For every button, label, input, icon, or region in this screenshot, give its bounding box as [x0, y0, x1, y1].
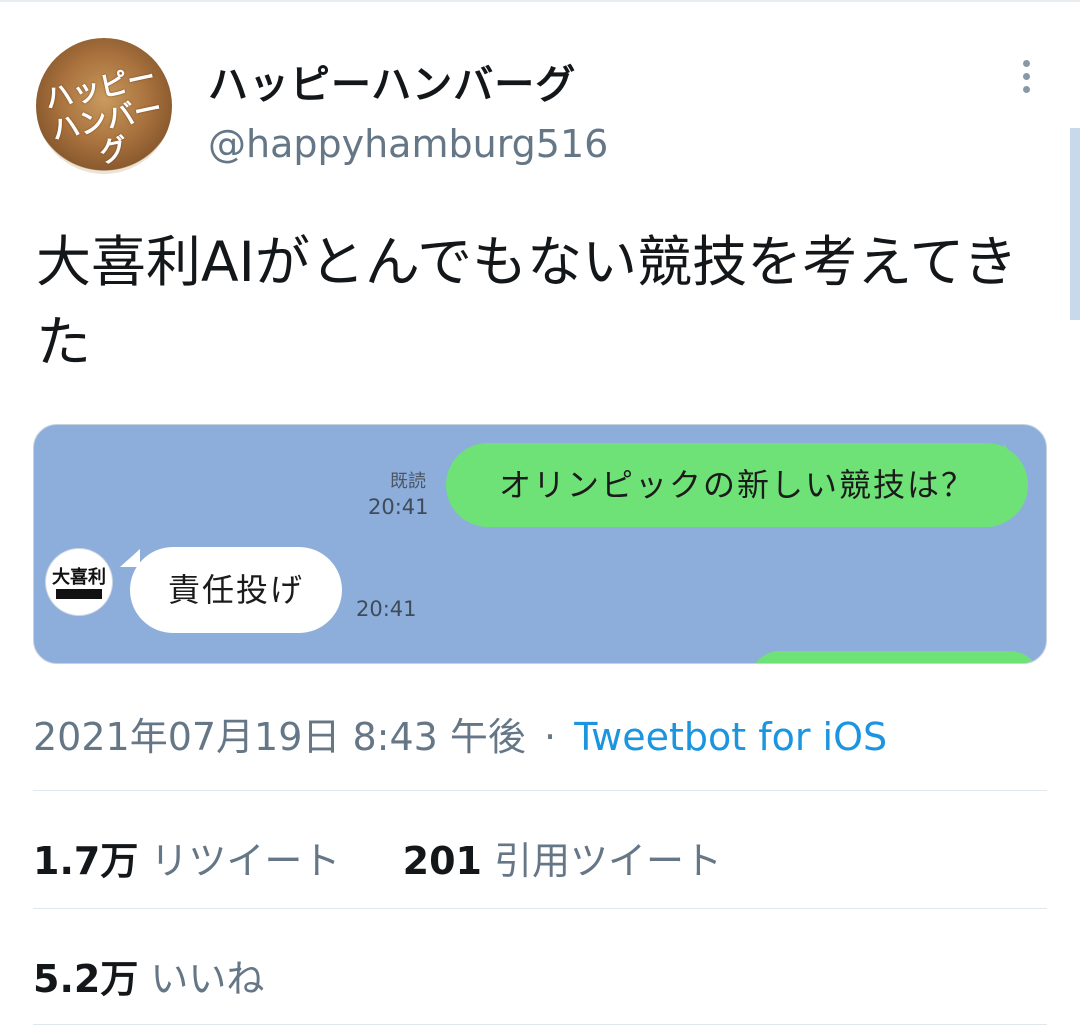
- display-name[interactable]: ハッピーハンバーグ: [208, 52, 576, 110]
- retweets-count: 1.7万: [33, 839, 139, 883]
- share-stats: 1.7万 リツイート 201 引用ツイート: [33, 830, 722, 885]
- tweet-media-image[interactable]: 既読 20:41 オリンピックの新しい競技は？ 大喜利 責任投げ 20:41: [33, 424, 1047, 664]
- quotes-label: 引用ツイート: [494, 839, 723, 883]
- reply-time: 20:41: [356, 597, 417, 621]
- user-handle[interactable]: @happyhamburg516: [208, 122, 608, 166]
- sent-time: 20:41: [368, 495, 429, 519]
- retweets-stat[interactable]: 1.7万 リツイート: [33, 839, 353, 883]
- next-message-bubble: [750, 651, 1040, 663]
- retweets-label: リツイート: [150, 839, 341, 883]
- read-receipt-label: 既読: [390, 471, 426, 492]
- divider: [33, 1024, 1047, 1025]
- avatar-lettering: ハッピーハンバーグ: [41, 60, 166, 170]
- tweet-meta: 2021年07月19日 8:43 午後 · Tweetbot for iOS: [33, 706, 887, 761]
- bot-avatar: 大喜利: [46, 549, 112, 615]
- likes-count: 5.2万: [33, 957, 139, 1001]
- sent-message-bubble: オリンピックの新しい競技は？: [446, 443, 1028, 527]
- quotes-count: 201: [402, 839, 482, 883]
- more-vertical-icon[interactable]: [1016, 60, 1036, 100]
- top-divider: [0, 0, 1080, 2]
- divider: [33, 790, 1047, 791]
- tweet-timestamp[interactable]: 2021年07月19日 8:43 午後: [33, 715, 526, 759]
- bot-avatar-lettering: 大喜利: [52, 567, 106, 588]
- meta-separator: ·: [544, 715, 557, 759]
- likes-stat[interactable]: 5.2万 いいね: [33, 948, 264, 1003]
- user-avatar[interactable]: ハッピーハンバーグ: [36, 38, 172, 174]
- scroll-indicator[interactable]: [1070, 128, 1080, 320]
- tweet-text: 大喜利AIがとんでもない競技を考えてきた: [36, 230, 1018, 374]
- likes-label: いいね: [150, 957, 265, 1001]
- divider: [33, 908, 1047, 909]
- quotes-stat[interactable]: 201 引用ツイート: [403, 839, 722, 883]
- source-link[interactable]: Tweetbot for iOS: [574, 715, 887, 759]
- reply-message-bubble: 責任投げ: [130, 547, 342, 633]
